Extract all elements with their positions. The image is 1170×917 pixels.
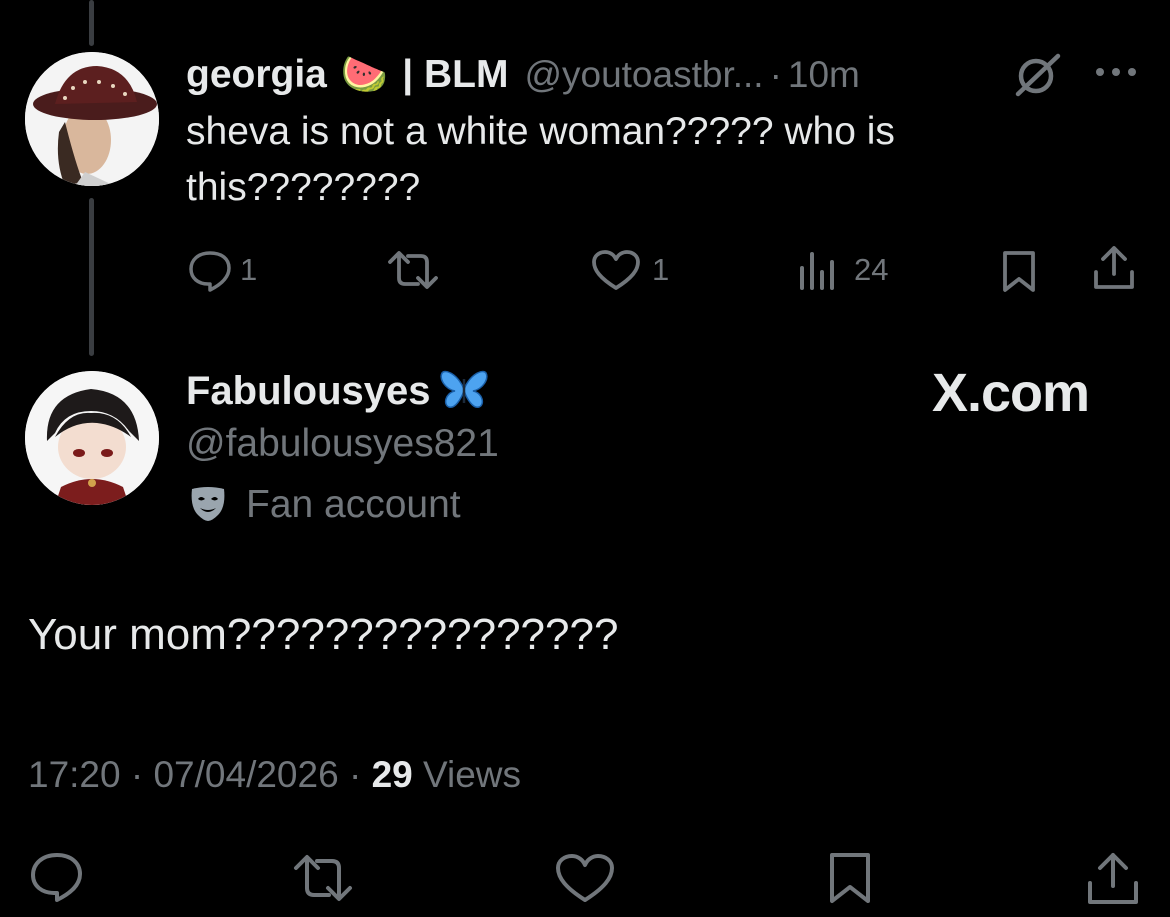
- watermark-x-com: X.com: [932, 363, 1090, 423]
- share-icon[interactable]: [1084, 850, 1142, 913]
- display-name[interactable]: georgia: [186, 53, 327, 97]
- views-icon: [796, 248, 840, 292]
- views-count: 24: [854, 252, 889, 287]
- mask-icon: [188, 483, 228, 528]
- reply-icon[interactable]: [28, 850, 86, 909]
- tweet-header: georgia 🍉 | BLM @youtoastbr... · 10m: [186, 52, 860, 98]
- reply-display-name[interactable]: Fabulousyes: [186, 369, 431, 414]
- thread-line-connector: [89, 198, 94, 356]
- meta-separator: ·: [130, 754, 144, 795]
- reply-count: 1: [240, 252, 258, 287]
- handle[interactable]: @youtoastbr...: [524, 54, 763, 96]
- bookmark-icon[interactable]: [1000, 248, 1038, 299]
- views-count: 29: [371, 754, 413, 795]
- name-suffix: | BLM: [402, 53, 509, 96]
- reply-date: 07/04/2026: [153, 754, 339, 795]
- reply-button[interactable]: 1: [186, 248, 257, 292]
- reply-handle[interactable]: @fabulousyes821: [186, 422, 499, 466]
- avatar-fabulousyes[interactable]: [25, 371, 159, 505]
- separator: ·: [769, 54, 782, 95]
- reply-name-row: Fabulousyes: [186, 366, 489, 416]
- butterfly-icon: [439, 367, 489, 416]
- more-icon[interactable]: [1094, 62, 1138, 87]
- account-label: Fan account: [246, 483, 461, 526]
- bookmark-icon[interactable]: [826, 850, 874, 911]
- timestamp[interactable]: 10m: [788, 54, 860, 96]
- account-label-row: Fan account: [188, 480, 461, 530]
- tweet-text: sheva is not a white woman????? who is t…: [186, 110, 895, 209]
- reply-time: 17:20: [28, 754, 121, 795]
- avatar-georgia[interactable]: [25, 52, 159, 186]
- retweet-button[interactable]: [384, 248, 442, 292]
- tweet-meta: 17:20 · 07/04/2026 · 29 Views: [28, 754, 521, 796]
- thread-line-top: [89, 0, 94, 46]
- views-button[interactable]: 24: [796, 248, 888, 292]
- grok-icon[interactable]: [1012, 52, 1064, 103]
- like-button[interactable]: 1: [590, 248, 669, 292]
- views-label: Views: [423, 754, 522, 795]
- retweet-icon: [384, 248, 442, 292]
- retweet-icon[interactable]: [290, 852, 356, 909]
- meta-separator: ·: [348, 754, 362, 795]
- reply-text: Your mom????????????????: [28, 610, 619, 659]
- like-icon[interactable]: [554, 852, 616, 909]
- like-count: 1: [652, 252, 670, 287]
- reply-icon: [186, 248, 234, 292]
- like-icon: [590, 248, 642, 292]
- watermelon-emoji: 🍉: [340, 54, 389, 96]
- share-icon[interactable]: [1090, 244, 1138, 297]
